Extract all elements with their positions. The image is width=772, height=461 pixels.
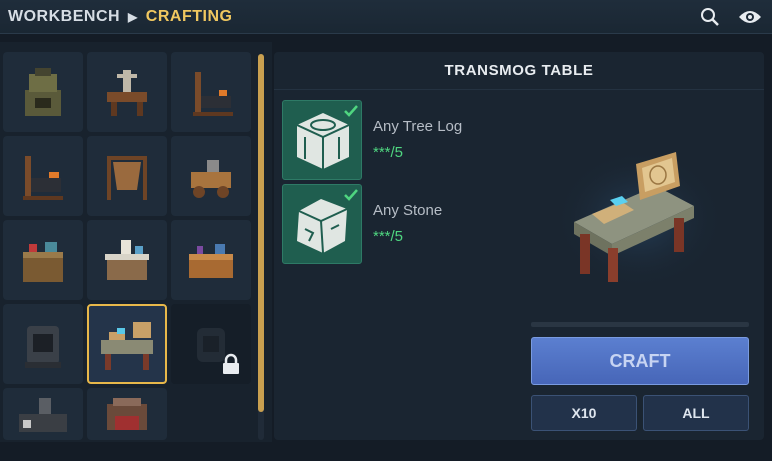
recipe-slot-alchemy[interactable] <box>3 220 83 300</box>
craft-x10-button[interactable]: X10 <box>531 395 637 431</box>
smithing-icon <box>23 156 63 200</box>
recipe-slot-anvil-station[interactable] <box>87 52 167 132</box>
ingredient-name: Any Tree Log <box>373 118 463 135</box>
anvil-station-icon <box>107 70 147 116</box>
recipe-detail-panel: TRANSMOG TABLE Any Tree Log ***/5 Any St… <box>274 52 764 440</box>
ingredient-tree-log[interactable]: Any Tree Log ***/5 <box>282 100 522 180</box>
scrollbar-thumb[interactable] <box>258 54 264 412</box>
ingredient-count: ***/5 <box>373 144 404 161</box>
stonecutter-icon <box>19 398 67 432</box>
ingredient-stone[interactable]: Any Stone ***/5 <box>282 184 522 264</box>
recipe-slot-locked <box>171 304 251 384</box>
recipe-title: TRANSMOG TABLE <box>274 52 764 90</box>
writing-desk-icon <box>105 240 149 280</box>
eye-icon[interactable] <box>738 6 762 28</box>
ingredient-name: Any Stone <box>373 202 443 219</box>
recipe-slot-tanning-rack[interactable] <box>87 136 167 216</box>
recipe-slot-transmog-table[interactable] <box>87 304 167 384</box>
ingredient-icon-box <box>282 100 362 180</box>
recipe-slot-furnace[interactable] <box>3 52 83 132</box>
stone-icon <box>297 189 358 254</box>
craft-button[interactable]: CRAFT <box>531 337 749 385</box>
breadcrumb-workbench[interactable]: WORKBENCH <box>8 8 120 26</box>
breadcrumb-crafting: CRAFTING <box>145 7 233 25</box>
recipe-slot-kiln[interactable] <box>3 304 83 384</box>
ingredient-count: ***/5 <box>373 228 404 245</box>
loom-icon <box>107 398 147 430</box>
recipe-list-panel <box>0 42 272 442</box>
furnace-icon <box>25 68 61 116</box>
craft-progress-bar <box>531 322 749 327</box>
recipe-slot-forge[interactable] <box>171 52 251 132</box>
jewelry-bench-icon <box>189 244 233 278</box>
search-icon[interactable] <box>698 6 722 28</box>
recipe-slot-jewelry-bench[interactable] <box>171 220 251 300</box>
lock-icon <box>223 353 239 374</box>
tree-log-icon <box>296 105 358 169</box>
alchemy-icon <box>23 242 63 282</box>
cart-icon <box>191 160 231 198</box>
recipe-slot-stonecutter[interactable] <box>3 388 83 440</box>
recipe-slot-cart[interactable] <box>171 136 251 216</box>
transmog-table-preview-icon <box>554 149 724 289</box>
forge-icon <box>193 72 233 116</box>
recipe-slot-loom[interactable] <box>87 388 167 440</box>
item-preview <box>544 144 724 304</box>
ingredient-icon-box <box>282 184 362 264</box>
recipe-list-scrollbar[interactable] <box>258 54 264 440</box>
tanning-rack-icon <box>107 156 147 200</box>
recipe-slot-smithing[interactable] <box>3 136 83 216</box>
top-bar: WORKBENCH ▶ CRAFTING <box>0 0 772 34</box>
breadcrumb-separator-icon: ▶ <box>128 9 138 24</box>
craft-all-button[interactable]: ALL <box>643 395 749 431</box>
recipe-slot-writing-desk[interactable] <box>87 220 167 300</box>
transmog-table-icon <box>101 322 153 370</box>
kiln-icon <box>25 326 61 368</box>
